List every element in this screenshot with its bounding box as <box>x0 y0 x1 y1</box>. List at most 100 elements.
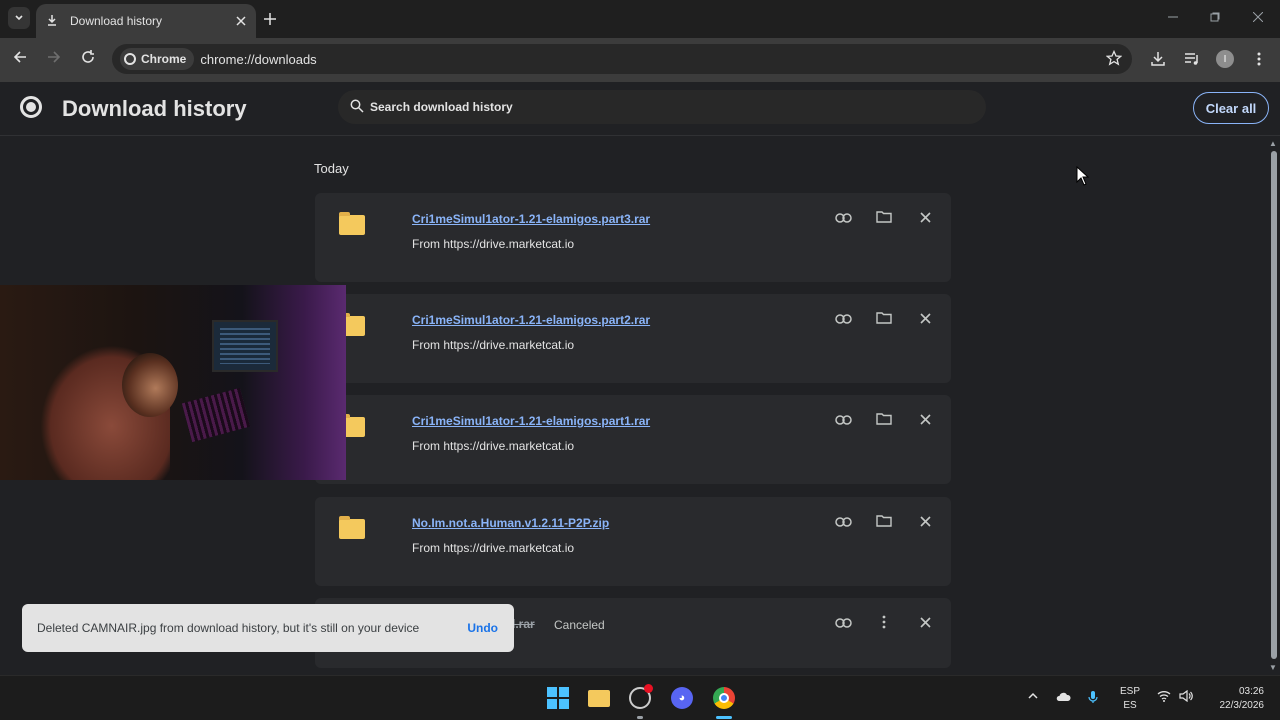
star-icon[interactable] <box>1105 49 1123 71</box>
downloads-icon[interactable] <box>1150 51 1166 71</box>
site-info-chip[interactable]: Chrome <box>120 48 195 70</box>
language-indicator[interactable]: ESP ES <box>1120 685 1140 713</box>
wifi-icon[interactable] <box>1157 690 1171 705</box>
webcam-overlay <box>0 285 346 480</box>
webcam-person-image <box>40 345 178 480</box>
keyboard-layout: ES <box>1123 700 1137 711</box>
clock[interactable]: 03:26 22/3/2026 <box>1208 685 1265 713</box>
tab-download-history[interactable]: Download history <box>36 4 256 38</box>
download-filename-link[interactable]: Cri1meSimul1ator-1.21-elamigos.part2.rar <box>412 313 650 327</box>
discord-app-button[interactable]: ◕ <box>670 686 694 710</box>
link-icon[interactable] <box>835 514 852 531</box>
running-indicator <box>637 716 643 719</box>
close-icon[interactable] <box>920 514 931 531</box>
chevron-down-icon <box>15 15 23 21</box>
obs-app-button[interactable] <box>628 684 653 710</box>
volume-icon[interactable] <box>1179 689 1193 705</box>
download-status: Canceled <box>554 618 605 632</box>
link-icon[interactable] <box>835 412 852 429</box>
folder-icon[interactable] <box>876 311 892 328</box>
close-icon[interactable] <box>920 615 931 632</box>
reload-icon[interactable] <box>81 50 95 69</box>
download-filename-link[interactable]: Cri1meSimul1ator-1.21-elamigos.part1.rar <box>412 414 650 428</box>
avatar[interactable]: I <box>1216 50 1234 68</box>
chrome-icon <box>124 53 136 65</box>
browser-toolbar: Chrome chrome://downloads <box>0 38 1280 82</box>
scrollbar[interactable]: ▲ ▼ <box>1268 137 1280 675</box>
scroll-down-icon[interactable]: ▼ <box>1269 663 1277 672</box>
file-explorer-button[interactable] <box>587 686 611 710</box>
new-tab-plus-icon[interactable] <box>264 9 276 30</box>
toast-message: Deleted CAMNAIR.jpg from download histor… <box>37 621 420 635</box>
chrome-app-button[interactable] <box>712 686 736 710</box>
more-icon[interactable] <box>881 615 887 633</box>
scrollbar-thumb[interactable] <box>1271 151 1277 659</box>
folder-icon[interactable] <box>876 210 892 227</box>
chrome-app-icon <box>713 687 735 709</box>
close-icon[interactable] <box>920 210 931 227</box>
link-icon[interactable] <box>835 210 852 227</box>
link-icon[interactable] <box>835 615 852 632</box>
window-close-icon[interactable] <box>1252 10 1264 25</box>
archive-file-icon <box>339 212 365 235</box>
back-icon[interactable] <box>13 50 27 69</box>
discord-icon: ◕ <box>671 687 693 709</box>
clock-date: 22/3/2026 <box>1219 700 1265 711</box>
download-item: No.Im.not.a.Human.v1.2.11-P2P.zip From h… <box>315 497 951 586</box>
download-item: Cri1meSimul1ator-1.21-elamigos.part2.rar… <box>315 294 951 383</box>
download-item: Cri1meSimul1ator-1.21-elamigos.part3.rar… <box>315 193 951 282</box>
section-label: Today <box>314 161 349 176</box>
recording-dot-icon <box>644 684 653 693</box>
search-box[interactable] <box>338 90 986 124</box>
menu-icon[interactable] <box>1254 51 1264 71</box>
folder-icon[interactable] <box>876 514 892 531</box>
download-source: From https://drive.marketcat.io <box>412 237 575 251</box>
chrome-logo-icon <box>20 96 42 118</box>
clear-all-button[interactable]: Clear all <box>1193 92 1269 124</box>
scroll-up-icon[interactable]: ▲ <box>1269 139 1277 148</box>
restore-icon[interactable] <box>1210 10 1220 25</box>
archive-file-icon <box>339 516 365 539</box>
search-icon <box>350 99 364 116</box>
chip-label: Chrome <box>141 52 187 66</box>
close-icon[interactable] <box>920 412 931 429</box>
close-icon[interactable] <box>920 311 931 328</box>
start-button[interactable] <box>546 686 570 710</box>
clock-time: 03:26 <box>1238 686 1264 697</box>
chevron-up-icon[interactable] <box>1027 690 1039 705</box>
taskbar: ◕ ESP ES 03:26 22/3/2026 <box>0 675 1280 720</box>
microphone-icon[interactable] <box>1088 690 1098 707</box>
download-item: Cri1meSimul1ator-1.21-elamigos.part1.rar… <box>315 395 951 484</box>
tab-strip: Download history <box>0 0 1280 38</box>
page-header: Download history Clear all <box>0 82 1280 136</box>
minimize-icon[interactable] <box>1168 10 1178 25</box>
page-title: Download history <box>62 96 247 121</box>
close-tab-icon[interactable] <box>236 14 246 29</box>
url-text[interactable]: chrome://downloads <box>200 52 316 67</box>
webcam-monitor-image <box>212 320 278 372</box>
link-icon[interactable] <box>835 311 852 328</box>
obs-icon <box>629 684 653 709</box>
tab-title: Download history <box>70 14 163 28</box>
forward-icon[interactable] <box>47 50 61 69</box>
webcam-head-image <box>122 353 178 417</box>
search-input[interactable] <box>370 100 950 114</box>
tab-search-button[interactable] <box>8 7 30 29</box>
media-icon[interactable] <box>1184 51 1200 71</box>
download-source: From https://drive.marketcat.io <box>412 439 575 453</box>
snackbar-toast: Deleted CAMNAIR.jpg from download histor… <box>22 604 514 652</box>
folder-app-icon <box>588 689 610 707</box>
download-source: From https://drive.marketcat.io <box>412 338 575 352</box>
windows-logo-icon <box>547 687 569 709</box>
download-filename-link[interactable]: No.Im.not.a.Human.v1.2.11-P2P.zip <box>412 516 609 530</box>
language-code: ESP <box>1120 686 1141 697</box>
download-source: From https://drive.marketcat.io <box>412 541 575 555</box>
active-app-indicator <box>716 716 732 719</box>
omnibox[interactable]: Chrome chrome://downloads <box>112 44 1132 74</box>
cloud-icon[interactable] <box>1055 690 1071 705</box>
undo-button[interactable]: Undo <box>467 621 498 635</box>
webcam-keyboard-image <box>181 387 251 443</box>
download-icon <box>46 14 62 29</box>
folder-icon[interactable] <box>876 412 892 429</box>
download-filename-link[interactable]: Cri1meSimul1ator-1.21-elamigos.part3.rar <box>412 212 650 226</box>
